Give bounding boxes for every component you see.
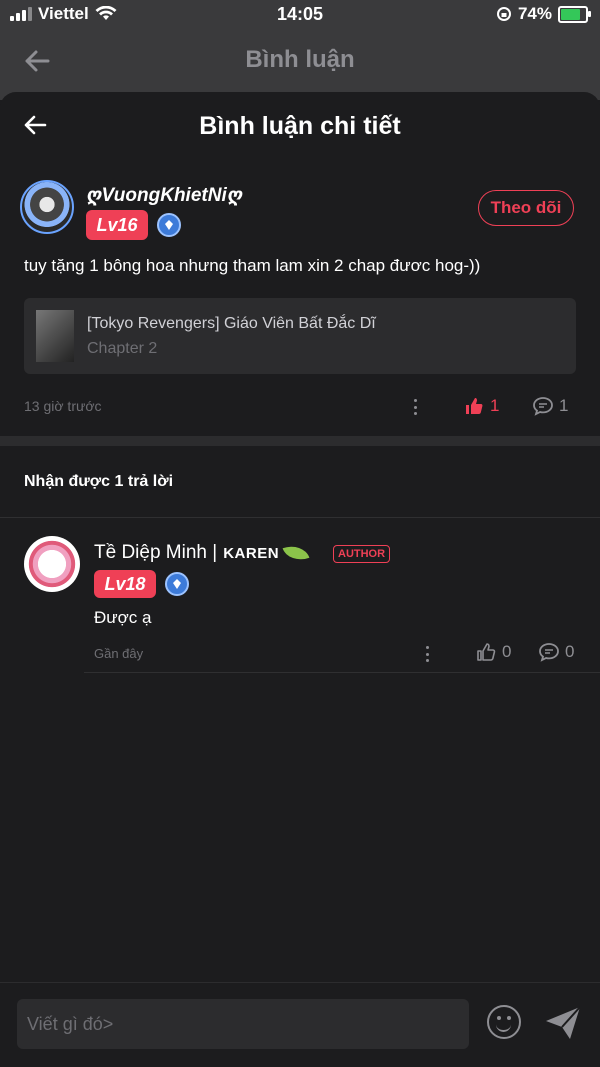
story-thumbnail	[36, 310, 74, 362]
comment-bubble-icon	[533, 397, 553, 416]
follow-button[interactable]: Theo dõi	[478, 190, 574, 226]
reply-time: Gần đây	[94, 646, 144, 661]
like-button[interactable]: 0	[476, 642, 511, 662]
reply-text: Được ạ	[94, 608, 152, 627]
battery-icon	[558, 5, 591, 23]
comment-meta: 13 giờ trước 1 1	[24, 394, 576, 420]
battery-percent: 74%	[517, 4, 552, 23]
comment-bubble-icon	[539, 643, 559, 662]
vip-gem-icon	[157, 213, 181, 237]
reply-name: Tề Diệp Minh |	[94, 542, 218, 563]
background-title: Bình luận	[245, 46, 355, 73]
like-count: 0	[502, 642, 512, 661]
story-card[interactable]: [Tokyo Revengers] Giáo Viên Bất Đắc Dĩ C…	[24, 298, 576, 374]
status-right: 74%	[496, 4, 591, 24]
send-icon[interactable]	[543, 1003, 583, 1043]
sheet-header: Bình luận chi tiết	[0, 92, 600, 162]
comment-input-bar	[0, 982, 600, 1067]
level-badge: Lv18	[94, 570, 156, 598]
replies-header: Nhận được 1 trả lời	[24, 473, 174, 490]
reply-count: 1	[559, 396, 569, 415]
divider	[84, 672, 600, 673]
comment-time: 13 giờ trước	[24, 398, 102, 414]
more-options-icon[interactable]	[413, 399, 417, 415]
emoji-icon[interactable]	[487, 1005, 521, 1039]
avatar[interactable]	[20, 180, 74, 234]
level-badge: Lv16	[86, 210, 148, 240]
story-title: [Tokyo Revengers] Giáo Viên Bất Đắc Dĩ	[87, 315, 376, 332]
reply-item: Tề Diệp Minh | KAREN AUTHOR Lv18 Được ạ …	[0, 536, 600, 676]
leaf-icon	[282, 540, 310, 566]
background-header: Bình luận	[0, 30, 600, 100]
vip-gem-icon	[165, 572, 189, 596]
author-badge: AUTHOR	[333, 545, 391, 563]
section-divider	[0, 436, 600, 446]
comment-detail-sheet: Bình luận chi tiết ღVuongKhietNiღ Lv16 T…	[0, 92, 600, 1067]
avatar[interactable]	[24, 536, 80, 592]
comment-text: tuy tặng 1 bông hoa nhưng tham lam xin 2…	[24, 256, 481, 275]
status-bar: Viettel 14:05 74%	[0, 0, 600, 30]
reply-button[interactable]: 1	[532, 396, 568, 416]
reply-tag: KAREN	[223, 544, 280, 562]
more-options-icon[interactable]	[425, 646, 429, 662]
comment-username[interactable]: ღVuongKhietNiღ	[86, 184, 242, 207]
story-chapter: Chapter 2	[87, 340, 158, 357]
thumbs-up-icon	[466, 398, 483, 414]
orientation-lock-icon	[496, 7, 511, 21]
comment-input[interactable]	[17, 999, 469, 1049]
reply-button[interactable]: 0	[538, 642, 574, 662]
reply-username[interactable]: Tề Diệp Minh | KAREN	[94, 540, 310, 566]
sheet-title: Bình luận chi tiết	[199, 112, 401, 140]
like-count: 1	[490, 396, 500, 415]
thumbs-up-icon	[477, 643, 496, 661]
reply-count: 0	[565, 642, 575, 661]
like-button[interactable]: 1	[464, 396, 499, 416]
divider	[0, 517, 600, 518]
